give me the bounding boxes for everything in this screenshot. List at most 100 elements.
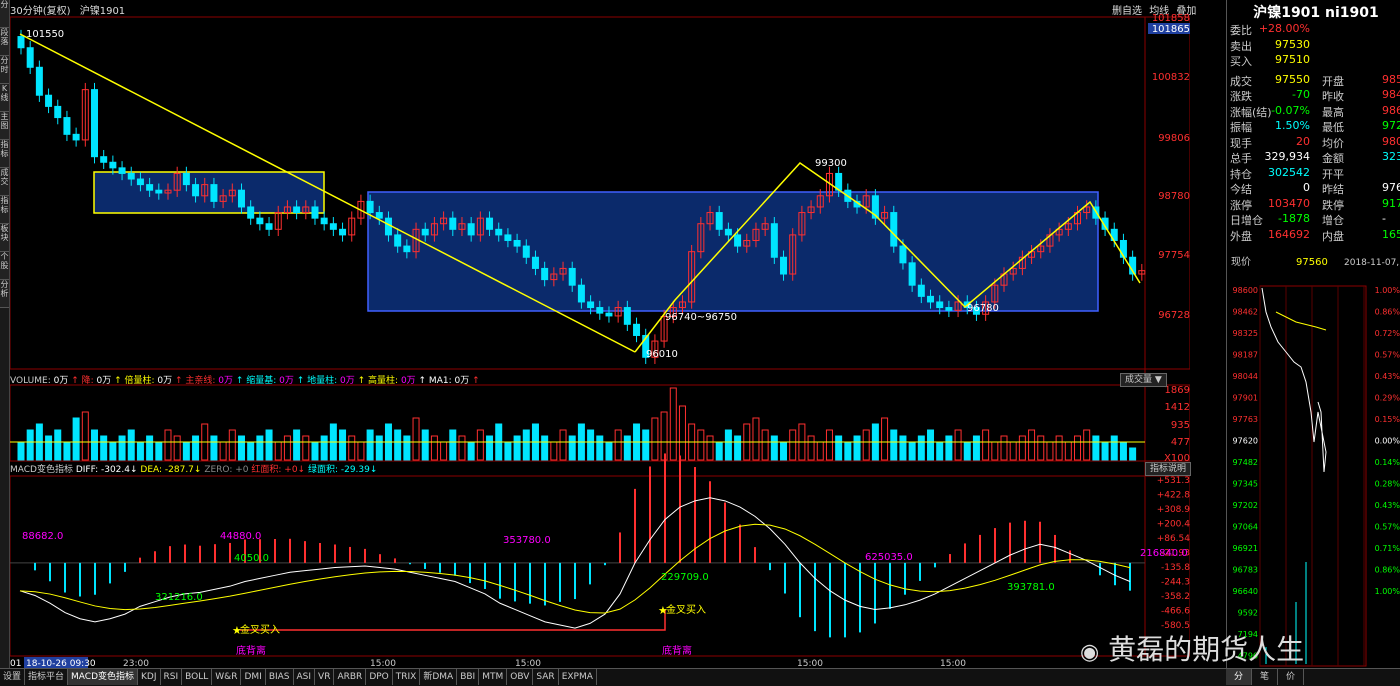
left-tab-8[interactable]: 板块: [0, 224, 9, 252]
volume-bar: [1119, 441, 1127, 461]
indicator-tab-7[interactable]: DMI: [241, 669, 266, 685]
left-tab-1[interactable]: 段落: [0, 28, 9, 56]
mini-axis-label: 97901: [1233, 394, 1258, 403]
indicator-tab-10[interactable]: VR: [315, 669, 335, 685]
info-item: 0万: [96, 376, 115, 386]
price-axis-label: 101865: [1152, 24, 1190, 35]
info-item: ↑ 降:: [71, 376, 97, 386]
quote-tab-2[interactable]: 价: [1278, 669, 1305, 685]
volume-bar: [45, 435, 53, 461]
indicator-tab-8[interactable]: BIAS: [266, 669, 294, 685]
mini-right-axis-label: 0.72%: [1375, 329, 1400, 338]
candle-body: [366, 200, 374, 214]
volume-bar: [825, 429, 833, 461]
volume-bar: [146, 435, 154, 461]
mini-right-axis-label: 0.15%: [1375, 415, 1400, 424]
mini-chart-border: [1259, 285, 1367, 667]
left-tab-4[interactable]: 主图: [0, 112, 9, 140]
indicator-help-button[interactable]: 指标说明: [1145, 462, 1192, 476]
kline-chart[interactable]: 101858101865 100832 99806 98780 97754 96728 1…: [10, 0, 1190, 668]
volume-bar: [881, 417, 889, 461]
indicator-tab-0[interactable]: 设置: [0, 669, 26, 685]
volume-bar: [596, 435, 604, 461]
macd-axis-label: -358.2: [1161, 592, 1190, 602]
indicator-tab-19[interactable]: EXPMA: [559, 669, 597, 685]
indicator-tab-12[interactable]: DPO: [366, 669, 393, 685]
quote-value-2: 1652: [1382, 227, 1400, 241]
macd-axis-label: +308.9: [1157, 505, 1190, 515]
indicator-tab-2[interactable]: MACD变色指标: [68, 669, 139, 685]
candle-body: [35, 66, 43, 96]
mini-axis: 98600 98462 98325 98187 98044 97901 97763 97620…: [1233, 286, 1258, 661]
mini-axis-label: 96921: [1233, 544, 1258, 553]
info-item: ↑ 缩量基:: [235, 376, 280, 386]
volume-bar: [210, 435, 218, 461]
mini-axis-label: 96783: [1233, 566, 1258, 575]
quote-value: 1.50%: [1275, 119, 1310, 132]
indicator-tab-9[interactable]: ASI: [294, 669, 316, 685]
volume-bar: [651, 417, 659, 461]
quote-tab-1[interactable]: 笔: [1252, 669, 1279, 685]
volume-bar: [293, 429, 301, 461]
volume-bar: [642, 429, 650, 461]
indicator-tab-4[interactable]: RSI: [161, 669, 183, 685]
left-tab-0[interactable]: 分: [0, 0, 9, 28]
indicator-tab-14[interactable]: 新DMA: [420, 669, 458, 685]
quote-value-2: 985: [1382, 72, 1400, 86]
indicator-tab-3[interactable]: KDJ: [138, 669, 161, 685]
indicator-tab-15[interactable]: BBI: [457, 669, 480, 685]
quote-value: 97530: [1275, 37, 1310, 51]
quote-label-2: 均价: [1322, 136, 1344, 150]
left-tab-5[interactable]: 指标: [0, 140, 9, 168]
mini-axis-label: 98600: [1233, 286, 1258, 295]
volume-bar: [541, 435, 549, 461]
volume-bar: [1037, 435, 1045, 461]
volume-bar: [164, 429, 172, 461]
volume-dropdown[interactable]: 成交量 ▼: [1120, 373, 1167, 387]
indicator-tab-18[interactable]: SAR: [533, 669, 559, 685]
candle-body: [467, 223, 475, 236]
volume-bar: [724, 429, 732, 461]
volume-bar: [1000, 435, 1008, 461]
indicator-tab-11[interactable]: ARBR: [334, 669, 367, 685]
macd-annotation: 353780.0: [503, 535, 551, 546]
candle-body: [394, 234, 402, 247]
indicator-tab-17[interactable]: OBV: [507, 669, 534, 685]
mini-right-axis-label: 0.29%: [1375, 394, 1400, 403]
candle-body: [577, 284, 585, 303]
indicator-tab-1[interactable]: 指标平台: [25, 669, 69, 685]
label-p4: 96780: [967, 303, 999, 314]
candle-body: [513, 239, 521, 247]
left-tab-10[interactable]: 分析: [0, 280, 9, 308]
macd-info: MACD变色指标 DIFF: -302.4↓ DEA: -287.7↓ ZERO…: [10, 462, 377, 475]
indicator-tab-6[interactable]: W&R: [212, 669, 242, 685]
mini-axis-label: 9592: [1238, 609, 1258, 618]
candle-body: [917, 284, 925, 297]
left-tab-3[interactable]: K线: [0, 84, 9, 112]
indicator-tab-13[interactable]: TRIX: [393, 669, 421, 685]
left-tab-7[interactable]: 指标: [0, 196, 9, 224]
volume-bar: [780, 441, 788, 461]
volume-bar: [927, 429, 935, 461]
volume-bar: [100, 435, 108, 461]
volume-bar: [789, 429, 797, 461]
left-tab-6[interactable]: 成交: [0, 168, 9, 196]
indicator-tab-5[interactable]: BOLL: [182, 669, 213, 685]
indicator-tab-16[interactable]: MTM: [479, 669, 508, 685]
mini-right-axis-label: 0.14%: [1375, 458, 1400, 467]
volume-bar: [440, 441, 448, 461]
macd-axis-label: -466.6: [1161, 607, 1190, 617]
candle-body: [155, 189, 163, 194]
info-item: 绿面积: -29.39↓: [307, 465, 378, 475]
left-tab-9[interactable]: 个股: [0, 252, 9, 280]
quote-row: 外盘164692内盘1652: [1230, 228, 1400, 243]
quote-tab-0[interactable]: 分: [1226, 669, 1253, 685]
volume-bar: [283, 435, 291, 461]
candle-body: [26, 47, 34, 68]
mini-right-axis-label: 0.86%: [1375, 308, 1400, 317]
candle-body: [486, 217, 494, 230]
left-tab-2[interactable]: 分时: [0, 56, 9, 84]
volume-bar: [835, 435, 843, 461]
mini-axis-label: 98325: [1233, 329, 1258, 338]
volume-bar: [1055, 435, 1063, 461]
